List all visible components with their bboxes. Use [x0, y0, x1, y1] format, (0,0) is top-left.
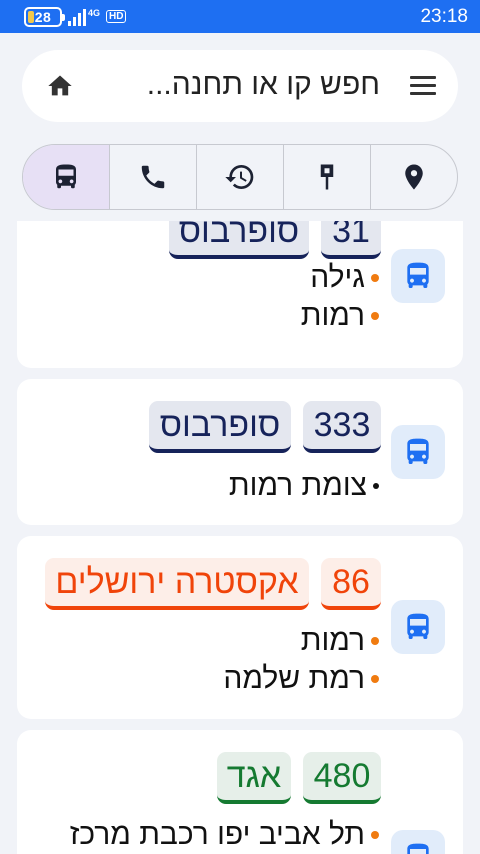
route-stop: צומת רמות	[229, 469, 379, 503]
route-stop: תל אביב יפו רכבת מרכז	[70, 818, 379, 852]
tab-stops[interactable]	[283, 145, 370, 209]
route-stop: רמת שלמה	[223, 662, 379, 696]
battery-icon: 28	[24, 6, 65, 27]
network-type: 4G	[88, 7, 101, 18]
route-number: 480	[303, 752, 381, 804]
bus-icon	[407, 613, 429, 639]
signal-icon	[68, 8, 86, 26]
bus-stop-sign-icon	[320, 164, 334, 190]
route-bus-badge	[391, 830, 445, 854]
tab-contact[interactable]	[109, 145, 196, 209]
route-operator: אגד	[217, 752, 291, 804]
route-bus-badge	[391, 249, 445, 303]
search-bar[interactable]: חפש קו או תחנה...	[22, 50, 458, 122]
tab-lines[interactable]	[23, 145, 109, 209]
home-icon[interactable]	[46, 72, 74, 100]
route-card[interactable]: 31 סופרבוס גילה רמות	[17, 221, 463, 368]
bus-icon	[407, 262, 429, 288]
route-operator: אקסטרה ירושלים	[45, 558, 309, 610]
status-bar: 28 4G HD 23:18	[0, 0, 480, 33]
route-operator: סופרבוס	[149, 401, 291, 453]
battery-level: 28	[34, 8, 52, 25]
route-operator: סופרבוס	[169, 221, 309, 259]
bus-icon	[56, 164, 76, 189]
tab-history[interactable]	[196, 145, 283, 209]
route-stop: גילה	[310, 261, 379, 295]
search-input[interactable]: חפש קו או תחנה...	[147, 68, 380, 102]
route-bus-badge	[391, 425, 445, 479]
route-stop: רמות	[301, 624, 379, 658]
route-card[interactable]: 480 אגד תל אביב יפו רכבת מרכז	[17, 730, 463, 854]
status-icons: 28 4G HD	[24, 6, 127, 27]
bus-icon	[407, 843, 429, 854]
tab-bar	[22, 144, 458, 210]
hd-badge: HD	[106, 10, 127, 23]
route-number: 86	[321, 558, 381, 610]
route-number: 31	[321, 221, 381, 259]
history-icon	[225, 165, 254, 190]
route-stop: רמות	[301, 299, 379, 333]
tab-location[interactable]	[370, 145, 457, 209]
route-bus-badge	[391, 600, 445, 654]
location-pin-icon	[405, 164, 423, 190]
route-number: 333	[303, 401, 381, 453]
routes-list: 31 סופרבוס גילה רמות 333 סופרבוס צומת רמ…	[0, 221, 480, 854]
route-card[interactable]: 86 אקסטרה ירושלים רמות רמת שלמה	[17, 536, 463, 719]
clock: 23:18	[420, 6, 468, 27]
bus-icon	[407, 438, 429, 464]
phone-icon	[141, 165, 165, 189]
menu-icon[interactable]	[410, 76, 436, 96]
route-card[interactable]: 333 סופרבוס צומת רמות	[17, 379, 463, 525]
